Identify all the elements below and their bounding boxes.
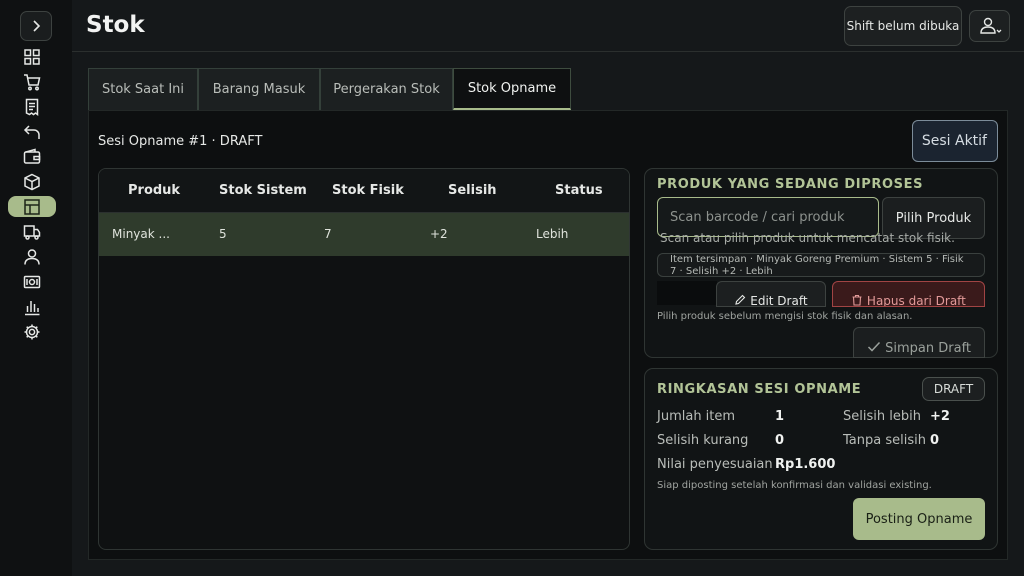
- sidebar-item-reports[interactable]: [8, 296, 56, 317]
- summary-title: RINGKASAN SESI OPNAME: [657, 382, 862, 397]
- sidebar-item-cash[interactable]: [8, 271, 56, 292]
- gear-icon: [24, 324, 40, 339]
- trash-icon: [852, 294, 862, 306]
- sidebar-item-stock[interactable]: [8, 196, 56, 217]
- status-badge: DRAFT: [922, 377, 985, 401]
- receipt-icon: [25, 98, 39, 116]
- sidebar-item-settings[interactable]: [8, 321, 56, 342]
- sidebar-item-dashboard[interactable]: [8, 46, 56, 67]
- column-header-stok-fisik: Stok Fisik: [332, 183, 404, 198]
- sidebar-item-delivery[interactable]: [8, 221, 56, 242]
- bar-chart-icon: [25, 300, 40, 315]
- table-row[interactable]: Minyak ... 5 7 +2 Lebih: [99, 213, 629, 256]
- top-header: Stok Shift belum dibuka: [72, 0, 1024, 52]
- cart-icon: [24, 73, 41, 90]
- posting-opname-button[interactable]: Posting Opname: [853, 498, 985, 540]
- dashboard-icon: [24, 48, 40, 65]
- saved-item-line2: 7 · Selisih +2 · Lebih: [670, 266, 773, 277]
- nilai-penyesuaian-label: Nilai penyesuaian: [657, 457, 773, 472]
- cell-stok-fisik: 7: [324, 227, 332, 241]
- truck-icon: [23, 224, 41, 240]
- sidebar-item-returns[interactable]: [8, 121, 56, 142]
- table-header: Produk Stok Sistem Stok Fisik Selisih St…: [99, 169, 629, 213]
- wallet-icon: [23, 148, 41, 164]
- selisih-lebih-label: Selisih lebih: [843, 409, 921, 424]
- table-icon: [24, 198, 40, 215]
- selisih-lebih-value: +2: [930, 409, 950, 424]
- user-icon: [979, 17, 1001, 34]
- column-header-produk: Produk: [128, 183, 181, 198]
- sidebar-item-cart[interactable]: [8, 71, 56, 92]
- check-icon: [867, 341, 881, 352]
- sidebar-item-wallet[interactable]: [8, 146, 56, 167]
- tab-pergerakan-stok[interactable]: Pergerakan Stok: [320, 68, 453, 110]
- column-header-stok-sistem: Stok Sistem: [219, 183, 307, 198]
- tab-stok-opname[interactable]: Stok Opname: [453, 68, 571, 110]
- edit-draft-label: Edit Draft: [750, 294, 808, 307]
- pencil-icon: [735, 294, 746, 305]
- chevron-right-icon: [33, 20, 41, 32]
- tab-stok-saat-ini[interactable]: Stok Saat Ini: [88, 68, 198, 110]
- summary-note: Siap diposting setelah konfirmasi dan va…: [657, 480, 932, 491]
- processing-hint: Pilih produk sebelum mengisi stok fisik …: [657, 311, 913, 322]
- session-title: Sesi Opname #1 · DRAFT: [98, 134, 263, 149]
- sidebar: [0, 0, 72, 576]
- user-menu-button[interactable]: [969, 10, 1010, 42]
- delete-draft-button[interactable]: Hapus dari Draft: [832, 281, 985, 307]
- sidebar-toggle-button[interactable]: [20, 11, 52, 41]
- jumlah-item-label: Jumlah item: [657, 409, 736, 424]
- page-title: Stok: [86, 12, 145, 38]
- column-header-status: Status: [555, 183, 603, 198]
- undo-icon: [23, 124, 40, 139]
- jumlah-item-value: 1: [775, 409, 785, 424]
- tanpa-selisih-label: Tanpa selisih: [843, 433, 926, 448]
- delete-draft-label: Hapus dari Draft: [866, 294, 966, 307]
- cell-selisih: +2: [430, 227, 448, 241]
- save-draft-label: Simpan Draft: [885, 341, 972, 356]
- cash-icon: [23, 275, 41, 288]
- active-session-button[interactable]: Sesi Aktif: [912, 120, 998, 162]
- opname-table: Produk Stok Sistem Stok Fisik Selisih St…: [98, 168, 630, 550]
- saved-item-summary: Item tersimpan · Minyak Goreng Premium ·…: [657, 253, 985, 277]
- selisih-kurang-value: 0: [775, 433, 785, 448]
- shift-status-button[interactable]: Shift belum dibuka: [844, 6, 962, 46]
- nilai-penyesuaian-value: Rp1.600: [775, 457, 836, 472]
- cell-status: Lebih: [536, 227, 569, 241]
- sidebar-item-products[interactable]: [8, 171, 56, 192]
- sidebar-item-receipt[interactable]: [8, 96, 56, 117]
- box-icon: [24, 173, 40, 190]
- column-header-selisih: Selisih: [448, 183, 497, 198]
- spacer-block: [657, 281, 717, 305]
- tab-barang-masuk[interactable]: Barang Masuk: [198, 68, 320, 110]
- person-icon: [24, 248, 40, 265]
- edit-draft-button[interactable]: Edit Draft: [716, 281, 826, 307]
- cell-produk: Minyak ...: [112, 227, 170, 241]
- tanpa-selisih-value: 0: [930, 433, 940, 448]
- save-draft-button[interactable]: Simpan Draft: [853, 327, 985, 358]
- processing-helper-text: Scan atau pilih produk untuk mencatat st…: [660, 231, 955, 245]
- selisih-kurang-label: Selisih kurang: [657, 433, 749, 448]
- processing-title: PRODUK YANG SEDANG DIPROSES: [657, 177, 924, 192]
- sidebar-item-customers[interactable]: [8, 246, 56, 267]
- cell-stok-sistem: 5: [219, 227, 227, 241]
